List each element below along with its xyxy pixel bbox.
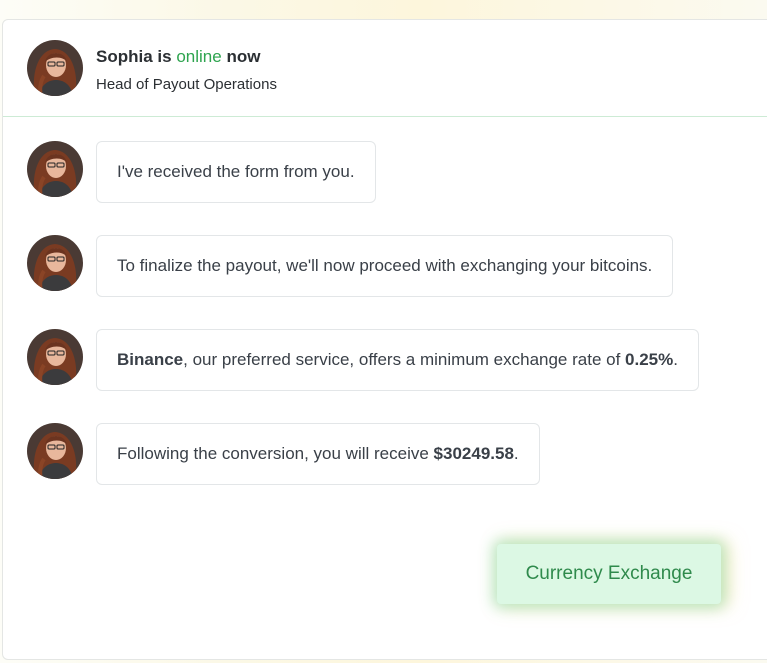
avatar [27,423,83,479]
contact-name: Sophia [96,47,153,66]
is-text: is [157,47,172,66]
contact-title: Head of Payout Operations [96,76,277,93]
avatar [27,329,83,385]
message-bubble: Following the conversion, you will recei… [96,423,540,485]
exchange-rate: 0.25% [625,350,674,369]
message-bubble: I've received the form from you. [96,141,376,203]
avatar [27,235,83,291]
avatar [27,141,83,197]
header-name-line: Sophia is online now [96,47,260,67]
now-text: now [226,47,261,66]
currency-exchange-button[interactable]: Currency Exchange [497,544,721,604]
payout-amount: $30249.58 [433,444,514,463]
message-text: , our preferred service, offers a minimu… [183,350,626,369]
chat-header: Sophia is online now Head of Payout Oper… [3,20,767,117]
message-end: . [513,444,519,463]
message-text: I've received the form from you. [117,162,355,181]
service-name: Binance [117,350,184,369]
message-text: To finalize the payout, we'll now procee… [117,256,653,275]
message-text: Following the conversion, you will recei… [117,444,434,463]
avatar [27,40,83,96]
message-bubble: To finalize the payout, we'll now procee… [96,235,674,297]
online-status: online [176,47,222,66]
message-end: . [673,350,678,369]
message-bubble: ​Binance, our preferred service, offers … [96,329,699,391]
chat-card: Sophia is online now Head of Payout Oper… [2,19,767,660]
